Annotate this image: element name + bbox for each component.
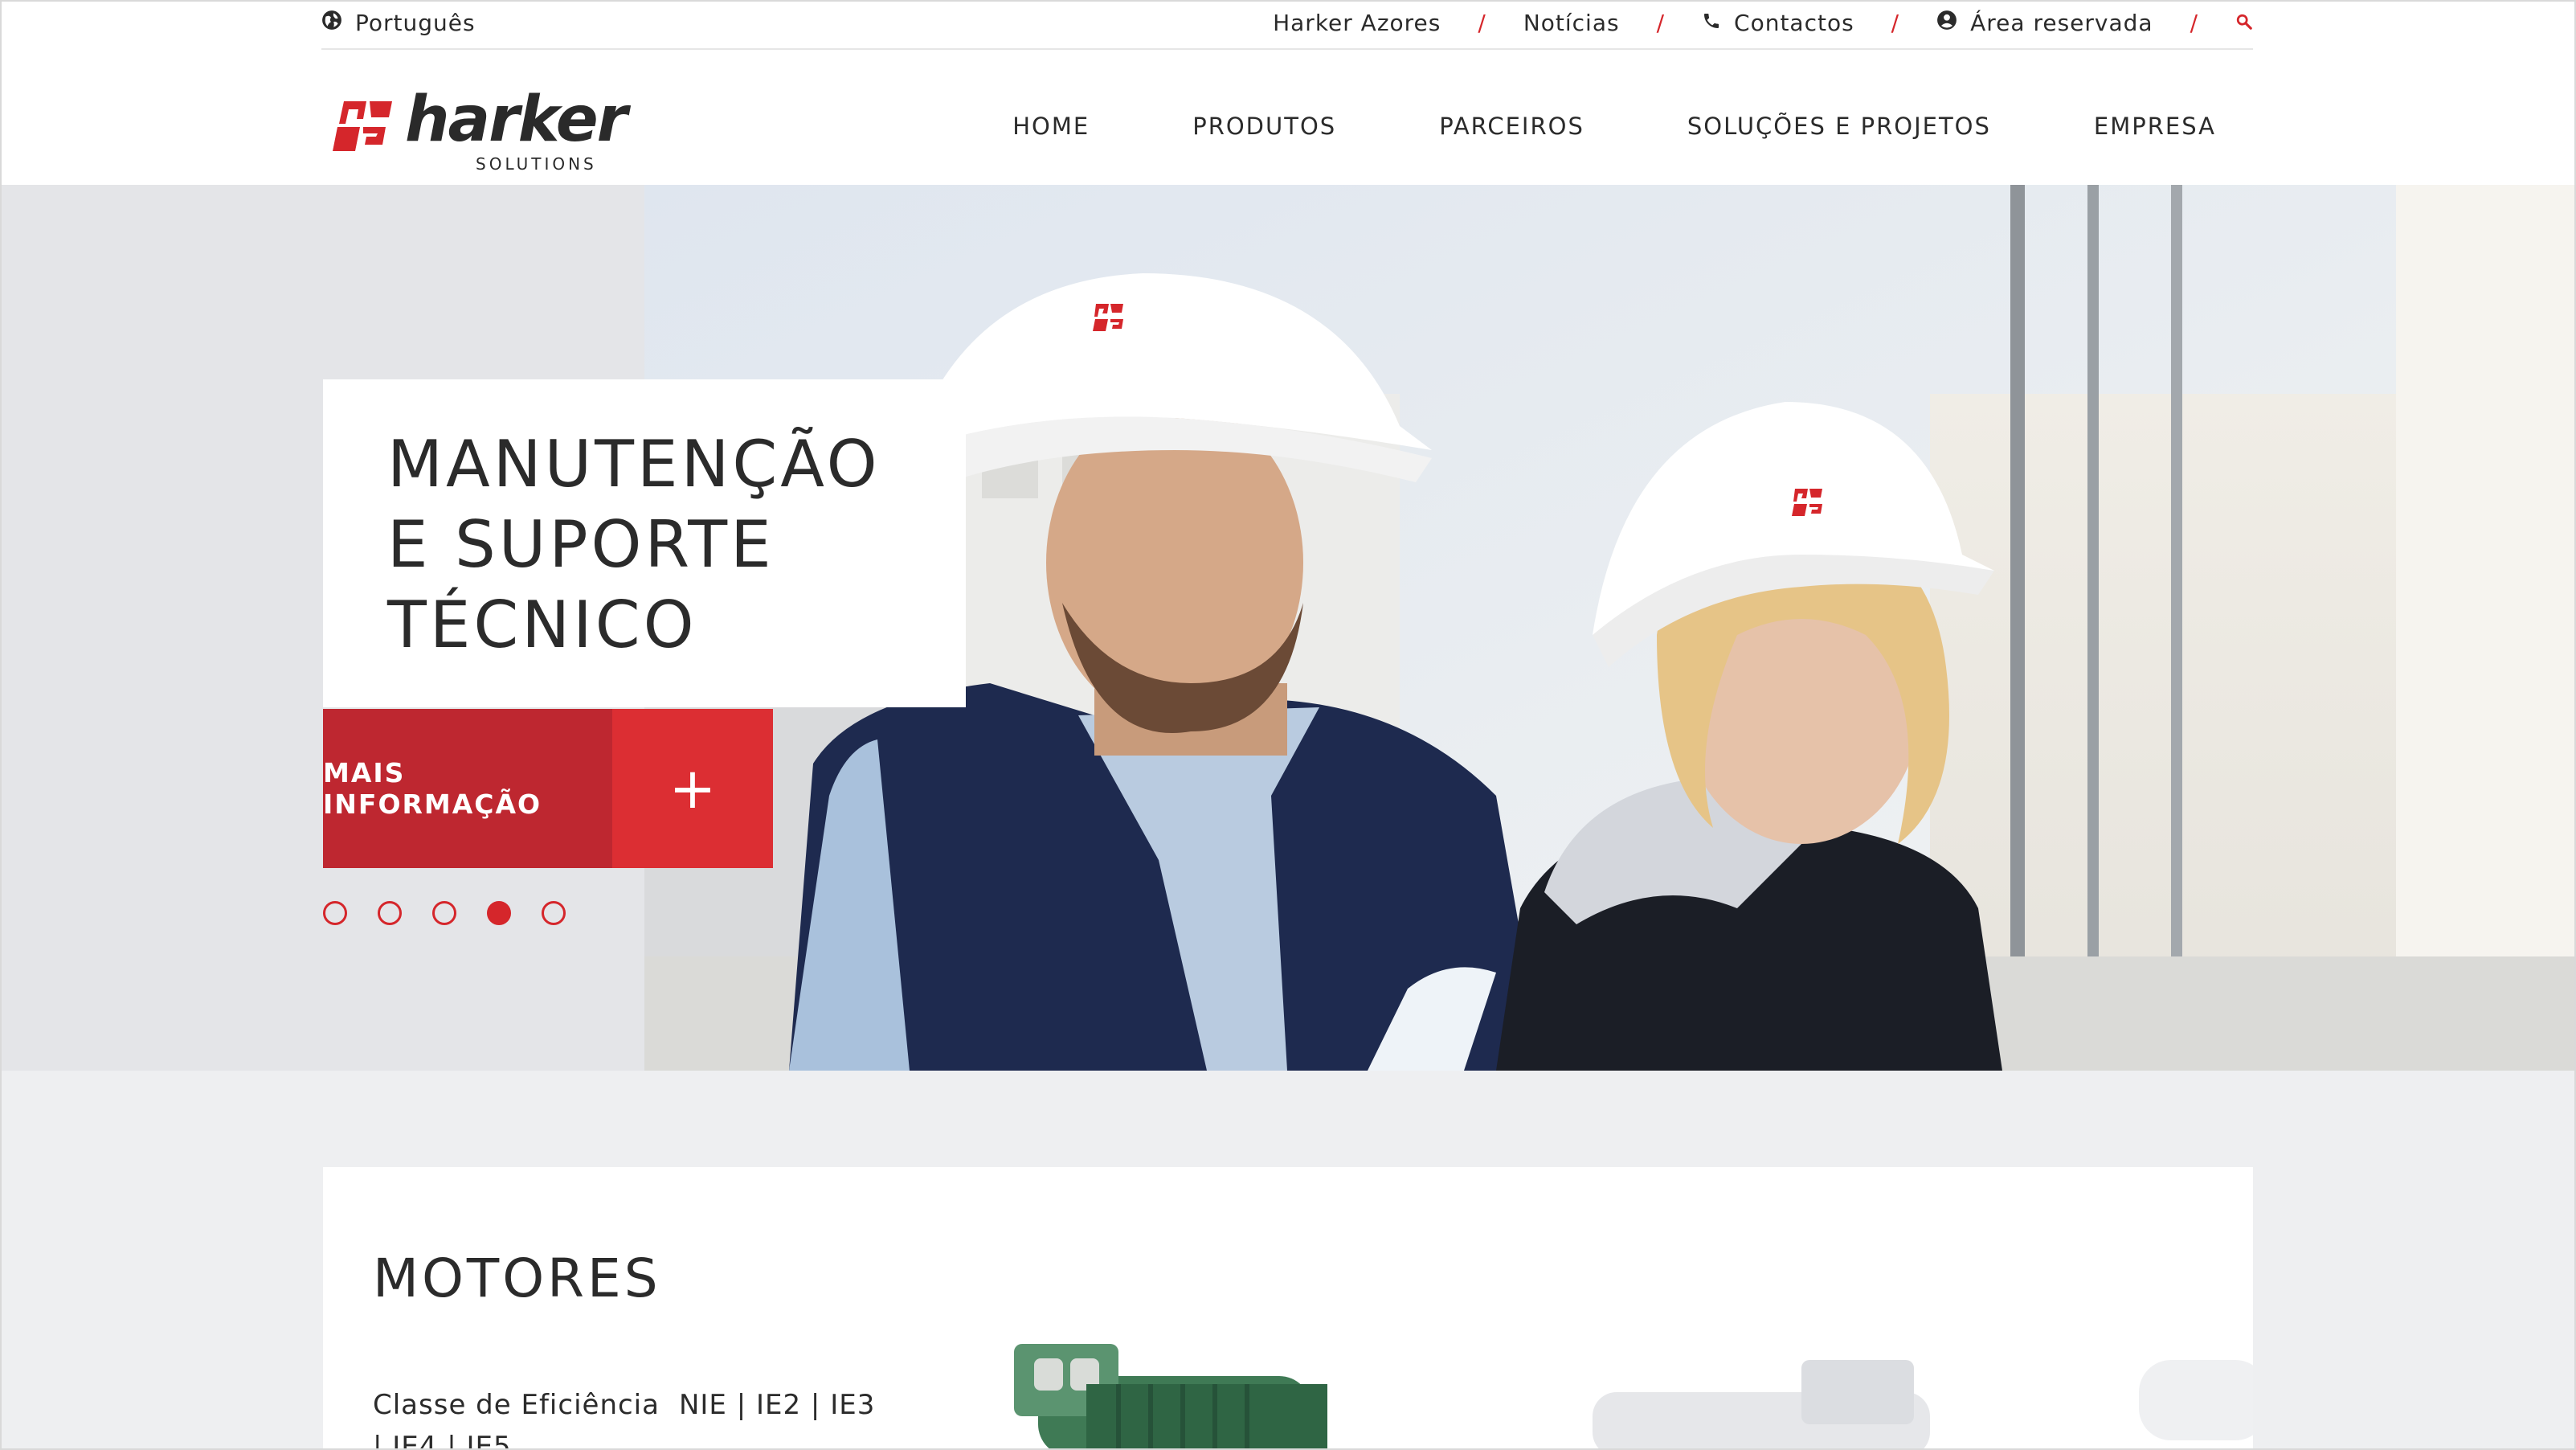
plus-icon: + (612, 709, 773, 868)
efficiency-label: Classe de Eficiência (373, 1389, 660, 1421)
nav-solucoes-projetos[interactable]: SOLUÇÕES E PROJETOS (1687, 113, 1991, 140)
user-circle-icon (1936, 10, 1957, 36)
slider-dot-5[interactable] (542, 901, 566, 925)
link-label: Harker Azores (1273, 10, 1441, 36)
globe-icon (321, 10, 342, 36)
link-label: Notícias (1523, 10, 1620, 36)
logo-mark-icon (333, 101, 392, 151)
nav-home[interactable]: HOME (1012, 113, 1090, 140)
separator: / (1478, 10, 1486, 36)
separator: / (2190, 10, 2198, 36)
section-title: MOTORES (373, 1247, 661, 1309)
slider-dot-3[interactable] (432, 901, 456, 925)
logo-subtitle: SOLUTIONS (476, 154, 597, 174)
top-links: Harker Azores / Notícias / Contactos / Á… (1273, 10, 2253, 36)
slider-dot-2[interactable] (378, 901, 402, 925)
more-info-label: MAIS INFORMAÇÃO (323, 709, 612, 868)
hero-title-line: TÉCNICO (387, 588, 697, 662)
language-label: Português (355, 10, 476, 36)
link-noticias[interactable]: Notícias (1523, 10, 1620, 36)
slider-dot-4-active[interactable] (487, 901, 511, 925)
slider-dots (323, 901, 566, 925)
main-navigation: HOME PRODUTOS PARCEIROS SOLUÇÕES E PROJE… (1012, 113, 2216, 140)
site-header: Português Harker Azores / Notícias / Con… (0, 0, 2576, 185)
link-label: Contactos (1734, 10, 1854, 36)
phone-icon (1702, 10, 1721, 36)
hero-title-line: MANUTENÇÃO (387, 427, 881, 502)
link-label: Área reservada (1970, 10, 2153, 36)
slider-dot-1[interactable] (323, 901, 347, 925)
top-bar: Português Harker Azores / Notícias / Con… (321, 0, 2253, 50)
link-area-reservada[interactable]: Área reservada (1936, 10, 2153, 36)
nav-parceiros[interactable]: PARCEIROS (1439, 113, 1584, 140)
logo-wordmark: harker (405, 84, 628, 156)
harker-logo[interactable]: harker SOLUTIONS (333, 84, 628, 175)
hero-title-line: E SUPORTE (387, 507, 775, 582)
more-info-button[interactable]: MAIS INFORMAÇÃO + (323, 709, 773, 868)
green-motor-image[interactable] (990, 1328, 1440, 1450)
motores-section: MOTORES Classe de Eficiência NIE | IE2 | … (323, 1167, 2253, 1450)
language-selector[interactable]: Português (321, 10, 476, 36)
faded-motor-image[interactable] (1560, 1360, 2010, 1450)
hero-title-card: MANUTENÇÃO E SUPORTE TÉCNICO (323, 379, 966, 707)
search-icon[interactable] (2235, 10, 2253, 36)
hero-title: MANUTENÇÃO E SUPORTE TÉCNICO (387, 424, 966, 666)
link-harker-azores[interactable]: Harker Azores (1273, 10, 1441, 36)
link-contactos[interactable]: Contactos (1702, 10, 1854, 36)
faded-motor-image-2[interactable] (2123, 1328, 2253, 1440)
efficiency-class: Classe de Eficiência NIE | IE2 | IE3 | IE… (373, 1384, 887, 1450)
nav-empresa[interactable]: EMPRESA (2094, 113, 2216, 140)
separator: / (1656, 10, 1666, 36)
separator: / (1891, 10, 1900, 36)
nav-produtos[interactable]: PRODUTOS (1192, 113, 1336, 140)
